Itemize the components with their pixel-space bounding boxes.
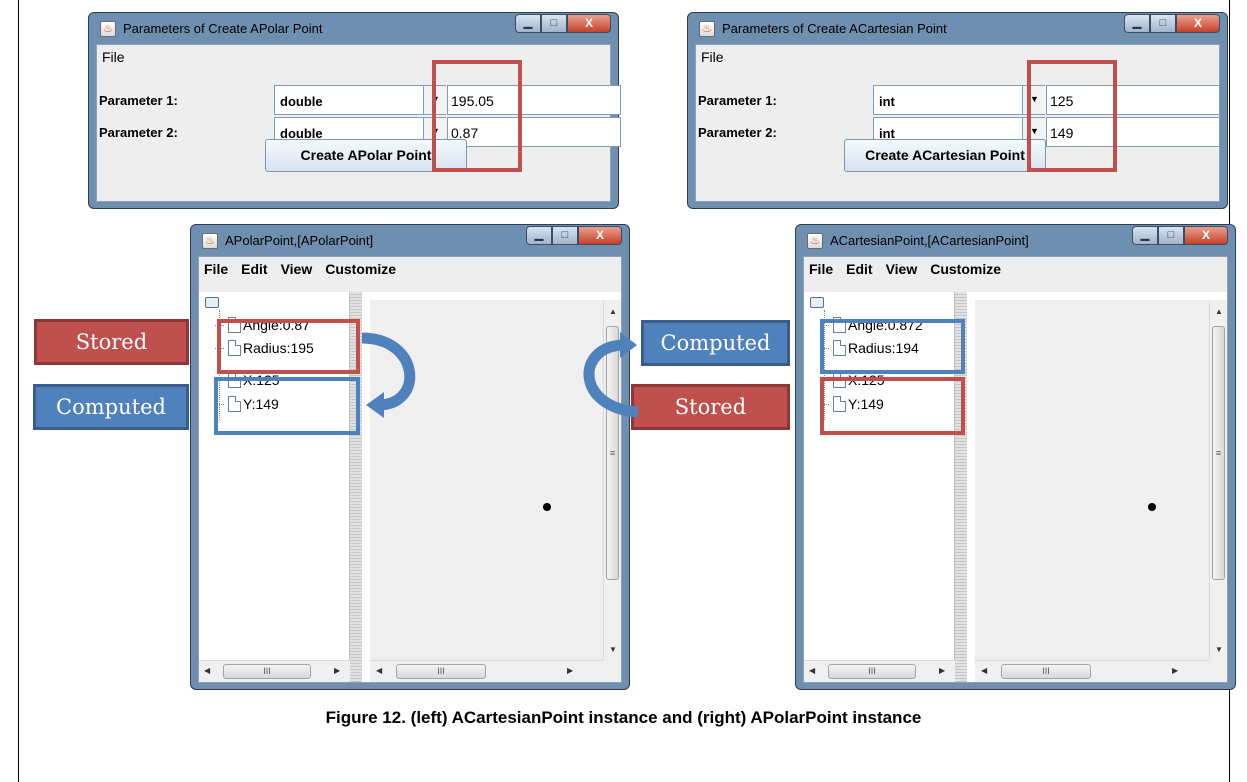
figure-page: ♨ Parameters of Create APolar Point ▁ □ … — [0, 0, 1247, 782]
stored-to-computed-arrow-left — [361, 332, 416, 411]
curved-arrows — [361, 332, 639, 418]
figure-caption: Figure 12. (left) ACartesianPoint instan… — [325, 708, 922, 727]
arrowhead-left — [366, 392, 384, 418]
stored-to-computed-arrow-right — [583, 339, 639, 418]
arrowhead-right — [620, 332, 637, 358]
